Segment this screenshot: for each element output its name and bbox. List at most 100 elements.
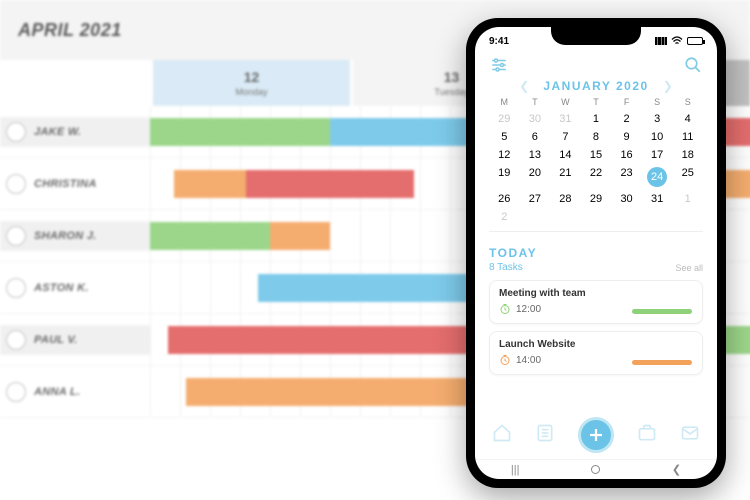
calendar-day[interactable]: 25 [672,167,703,187]
avatar [6,278,26,298]
calendar-day[interactable]: 30 [611,193,642,205]
avatar [6,226,26,246]
calendar-day[interactable]: 8 [581,131,612,143]
calendar-day[interactable]: 31 [642,193,673,205]
calendar-day[interactable]: 13 [520,149,551,161]
calendar-dow: T [520,97,551,107]
calendar-day[interactable]: 22 [581,167,612,187]
calendar-day[interactable]: 1 [672,193,703,205]
avatar [6,122,26,142]
calendar-month-label: JANUARY 2020 [543,79,648,93]
battery-icon [687,37,703,45]
phone-frame: 9:41 ❮ JANUARY 2020 ❯ [466,18,726,488]
person-cell[interactable]: SHARON J. [0,221,150,251]
add-button[interactable] [578,417,614,453]
today-heading: TODAY [489,246,537,260]
task-title: Launch Website [499,339,693,350]
gantt-bar[interactable] [174,170,246,198]
task-card[interactable]: Meeting with team 12:00 [489,280,703,324]
person-name: ANNA L. [34,386,80,398]
briefcase-icon[interactable] [637,423,657,448]
mail-icon[interactable] [680,423,700,448]
calendar-day[interactable]: 16 [611,149,642,161]
calendar-day[interactable]: 26 [489,193,520,205]
calendar-day[interactable]: 10 [642,131,673,143]
calendar-dow: S [672,97,703,107]
calendar-day[interactable]: 14 [550,149,581,161]
gantt-bar[interactable] [246,170,414,198]
calendar-day[interactable]: 15 [581,149,612,161]
android-nav-bar: ||| ❮ [475,459,717,479]
task-time: 12:00 [516,304,541,315]
gantt-bar[interactable] [270,222,330,250]
calendar-day[interactable]: 1 [581,113,612,125]
calendar-day[interactable]: 31 [550,113,581,125]
calendar-day[interactable]: 2 [611,113,642,125]
calendar-dow: M [489,97,520,107]
calendar-day[interactable]: 6 [520,131,551,143]
calendar-day[interactable]: 11 [672,131,703,143]
see-all-link[interactable]: See all [675,263,703,273]
person-cell[interactable]: CHRISTINA [0,169,150,199]
wifi-icon [671,36,683,46]
calendar-day[interactable]: 12 [489,149,520,161]
home-icon[interactable] [492,423,512,448]
person-cell[interactable]: ANNA L. [0,377,150,407]
avatar [6,382,26,402]
calendar-day[interactable]: 20 [520,167,551,187]
calendar-dow: W [550,97,581,107]
calendar-day[interactable]: 19 [489,167,520,187]
list-icon[interactable] [535,423,555,448]
calendar-dow: S [642,97,673,107]
calendar-day[interactable]: 2 [489,211,520,223]
calendar-day[interactable]: 7 [550,131,581,143]
calendar-day[interactable]: 17 [642,149,673,161]
task-color-pill [632,309,692,314]
page-title: APRIL 2021 [18,20,122,41]
calendar-day[interactable]: 21 [550,167,581,187]
today-task-count: 8 Tasks [489,262,537,273]
calendar-day[interactable]: 27 [520,193,551,205]
task-time: 14:00 [516,355,541,366]
calendar-day[interactable]: 18 [672,149,703,161]
person-cell[interactable]: JAKE W. [0,117,150,147]
clock-icon [499,303,511,315]
calendar-day[interactable]: 9 [611,131,642,143]
person-cell[interactable]: ASTON K. [0,273,150,303]
avatar [6,174,26,194]
gantt-bar[interactable] [150,118,330,146]
person-name: SHARON J. [34,230,97,242]
person-name: ASTON K. [34,282,89,294]
task-title: Meeting with team [499,288,693,299]
calendar-day[interactable]: 29 [581,193,612,205]
clock-icon [499,354,511,366]
avatar [6,330,26,350]
person-name: CHRISTINA [34,178,97,190]
status-time: 9:41 [489,36,509,47]
filter-icon[interactable] [489,55,509,75]
nav-recent-icon[interactable]: ||| [511,464,520,476]
calendar-day[interactable]: 23 [611,167,642,187]
task-color-pill [632,360,692,365]
signal-icon [655,37,667,45]
person-name: JAKE W. [34,126,81,138]
calendar-day[interactable]: 24 [647,167,667,187]
gantt-bar[interactable] [150,222,270,250]
chevron-left-icon[interactable]: ❮ [515,79,533,93]
calendar-day[interactable]: 28 [550,193,581,205]
calendar-day[interactable]: 30 [520,113,551,125]
calendar-dow: T [581,97,612,107]
nav-back-icon[interactable]: ❮ [672,463,681,476]
task-card[interactable]: Launch Website 14:00 [489,331,703,375]
tab-bar [475,413,717,459]
calendar-day[interactable]: 4 [672,113,703,125]
day-column[interactable]: 12Monday [150,60,350,106]
calendar-day[interactable]: 3 [642,113,673,125]
nav-home-icon[interactable] [591,465,600,474]
person-name: PAUL V. [34,334,77,346]
calendar-day[interactable]: 29 [489,113,520,125]
calendar-day[interactable]: 5 [489,131,520,143]
person-cell[interactable]: PAUL V. [0,325,150,355]
search-icon[interactable] [683,55,703,75]
chevron-right-icon[interactable]: ❯ [659,79,677,93]
